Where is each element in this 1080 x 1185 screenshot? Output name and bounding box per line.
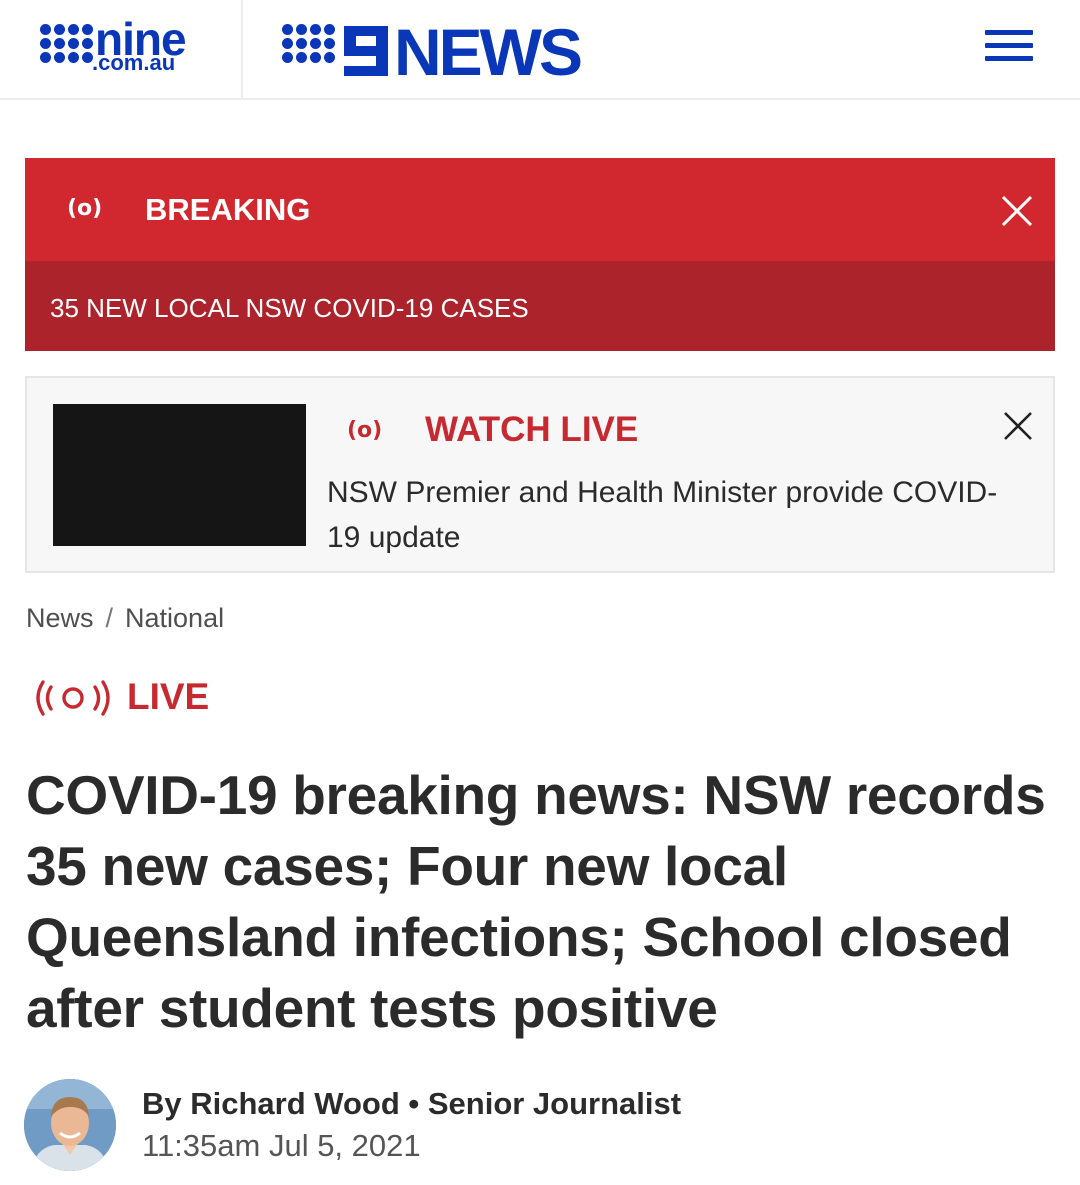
breaking-label: BREAKING [145,192,311,227]
breadcrumb-separator: / [105,603,114,633]
live-broadcast-icon: (o) [347,418,383,443]
publish-timestamp: 11:35am Jul 5, 2021 [142,1128,421,1163]
video-thumbnail[interactable] [53,404,306,546]
9news-logo[interactable]: NEWS [282,10,592,90]
author-byline[interactable]: By Richard Wood • Senior Journalist [142,1086,681,1122]
nine-com-au-logo[interactable]: nine .com.au [0,0,243,100]
author-photo [24,1079,116,1171]
watch-live-card[interactable]: (o) WATCH LIVE NSW Premier and Health Mi… [25,376,1055,573]
site-header: nine .com.au NEWS [0,0,1080,100]
nine-dots-icon [40,24,93,63]
breadcrumb-item-national[interactable]: National [125,603,224,633]
news-logo-word: NEWS [394,15,583,89]
live-label: LIVE [127,676,210,717]
watch-live-description[interactable]: NSW Premier and Health Minister provide … [327,470,1027,560]
nine-dots-icon [282,24,335,63]
breaking-headline[interactable]: 35 NEW LOCAL NSW COVID-19 CASES [50,293,529,324]
article-title: COVID-19 breaking news: NSW records 35 n… [26,764,1046,1039]
watch-live-label: WATCH LIVE [425,410,639,449]
breadcrumb-item-news[interactable]: News [26,603,94,633]
breaking-banner[interactable]: (o) BREAKING 35 NEW LOCAL NSW COVID-19 C… [25,158,1055,351]
nine-numeral-icon [344,26,388,76]
author-avatar[interactable] [24,1079,116,1171]
breadcrumb: News / National [26,603,224,634]
close-icon[interactable] [1000,194,1034,228]
breaking-header: (o) BREAKING [25,158,1055,261]
nine-logo-domain: .com.au [92,50,176,75]
close-icon[interactable] [1002,410,1034,442]
hamburger-menu-icon[interactable] [985,30,1033,64]
breaking-headline-bar[interactable]: 35 NEW LOCAL NSW COVID-19 CASES [25,261,1055,351]
live-signal-icon [36,680,110,716]
live-broadcast-icon: (o) [67,196,103,221]
